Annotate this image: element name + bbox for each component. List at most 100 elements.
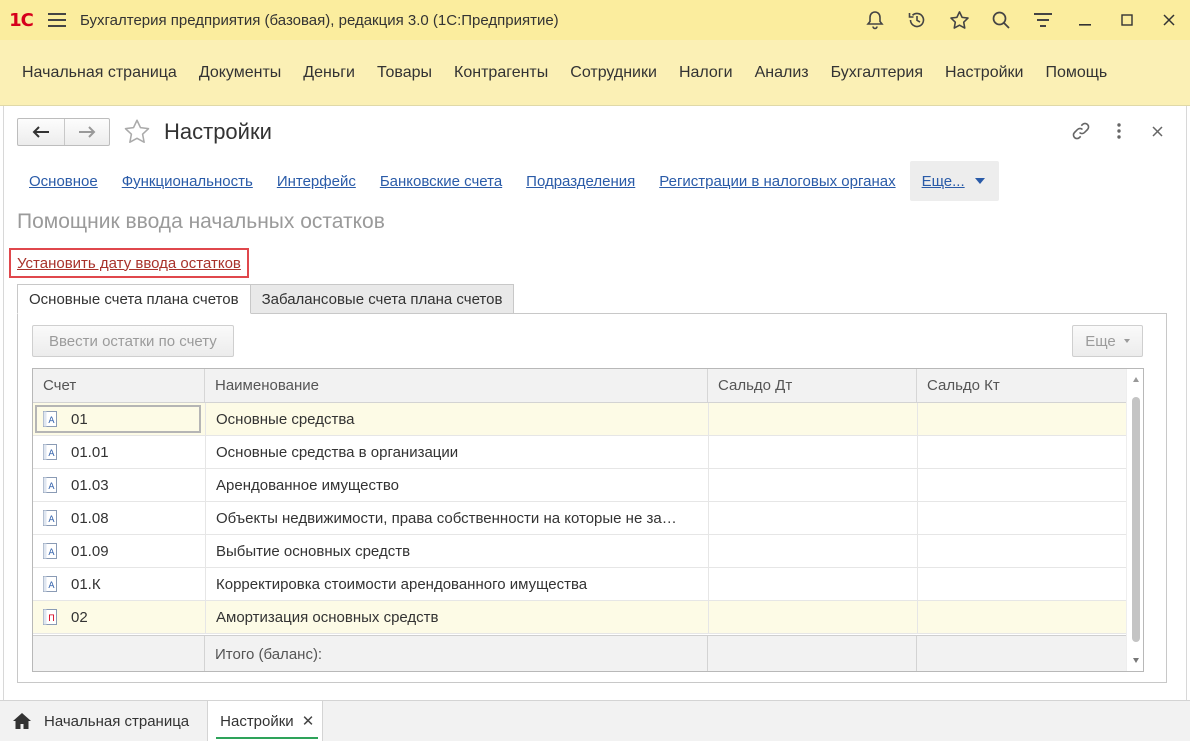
menu-taxes[interactable]: Налоги (668, 64, 744, 82)
column-header-credit[interactable]: Сальдо Кт (917, 369, 1127, 402)
account-name-cell[interactable]: Основные средства в организации (205, 436, 708, 468)
scrollbar-thumb[interactable] (1132, 397, 1140, 642)
credit-balance-cell[interactable] (917, 568, 1127, 600)
close-form-icon[interactable] (1138, 118, 1176, 144)
menu-accounting[interactable]: Бухгалтерия (820, 64, 934, 82)
enter-balance-button[interactable]: Ввести остатки по счету (32, 325, 234, 357)
search-icon[interactable] (980, 0, 1022, 40)
link-tax-registrations[interactable]: Регистрации в налоговых органах (647, 173, 907, 190)
account-name-cell[interactable]: Амортизация основных средств (205, 601, 708, 633)
assistant-title: Помощник ввода начальных остатков (17, 210, 385, 233)
debit-balance-cell[interactable] (708, 403, 917, 435)
functions-menu-icon[interactable] (1022, 0, 1064, 40)
table-row[interactable]: A 01.08 Объекты недвижимости, права собств… (33, 502, 1127, 535)
1c-logo[interactable]: 1С (0, 0, 42, 40)
history-icon[interactable] (896, 0, 938, 40)
grid-more-button[interactable]: Еще (1072, 325, 1143, 357)
minimize-button[interactable] (1064, 0, 1106, 40)
table-row[interactable]: A 01.01 Основные средства в организации (33, 436, 1127, 469)
debit-balance-cell[interactable] (708, 469, 917, 501)
set-date-highlight-box: Установить дату ввода остатков (9, 248, 249, 278)
credit-balance-cell[interactable] (917, 403, 1127, 435)
credit-balance-cell[interactable] (917, 535, 1127, 567)
account-code-cell[interactable]: П 02 (33, 601, 205, 633)
menu-settings[interactable]: Настройки (934, 64, 1034, 82)
account-name-cell[interactable]: Корректировка стоимости арендованного им… (205, 568, 708, 600)
links-more-button[interactable]: Еще... (909, 161, 999, 201)
account-code-cell[interactable]: A 01.01 (33, 436, 205, 468)
table-row[interactable]: A 01.09 Выбытие основных средств (33, 535, 1127, 568)
account-code: 01.08 (71, 509, 109, 527)
active-account-icon: A (43, 411, 57, 427)
scroll-down-arrow-icon[interactable] (1133, 658, 1139, 663)
link-functionality[interactable]: Функциональность (110, 173, 265, 190)
account-code-cell[interactable]: A 01.08 (33, 502, 205, 534)
link-bank-accounts[interactable]: Банковские счета (368, 173, 514, 190)
account-code-cell[interactable]: A 01.09 (33, 535, 205, 567)
menu-money[interactable]: Деньги (292, 64, 366, 82)
menu-employees[interactable]: Сотрудники (559, 64, 668, 82)
account-code-cell[interactable]: A 01.К (33, 568, 205, 600)
menu-goods[interactable]: Товары (366, 64, 443, 82)
link-departments[interactable]: Подразделения (514, 173, 647, 190)
debit-balance-cell[interactable] (708, 502, 917, 534)
table-scrollbar[interactable] (1126, 369, 1143, 671)
link-interface[interactable]: Интерфейс (265, 173, 368, 190)
account-name-cell[interactable]: Арендованное имущество (205, 469, 708, 501)
table-row[interactable]: A 01.К Корректировка стоимости арендованно… (33, 568, 1127, 601)
column-header-name[interactable]: Наименование (205, 369, 708, 402)
account-name-cell[interactable]: Выбытие основных средств (205, 535, 708, 567)
column-header-debit[interactable]: Сальдо Дт (708, 369, 917, 402)
menu-home[interactable]: Начальная страница (11, 64, 188, 82)
close-window-button[interactable] (1148, 0, 1190, 40)
active-account-icon: A (43, 543, 57, 559)
taskbar-home-label: Начальная страница (44, 712, 190, 730)
account-code-cell[interactable]: A 01.03 (33, 469, 205, 501)
set-date-link[interactable]: Установить дату ввода остатков (17, 255, 241, 272)
active-account-icon: A (43, 576, 57, 592)
scroll-up-arrow-icon[interactable] (1133, 377, 1139, 382)
form-title: Настройки (164, 119, 272, 144)
credit-balance-cell[interactable] (917, 469, 1127, 501)
back-button[interactable] (18, 119, 64, 145)
maximize-button[interactable] (1106, 0, 1148, 40)
menu-icon[interactable] (42, 0, 72, 40)
table-row[interactable]: A 01 Основные средства (33, 403, 1127, 436)
favorites-star-icon[interactable] (938, 0, 980, 40)
close-tab-icon[interactable]: ✕ (302, 712, 315, 730)
menu-counterparties[interactable]: Контрагенты (443, 64, 559, 82)
link-main[interactable]: Основное (17, 173, 110, 190)
column-header-account[interactable]: Счет (33, 369, 205, 402)
credit-balance-cell[interactable] (917, 502, 1127, 534)
credit-balance-cell[interactable] (917, 436, 1127, 468)
bell-icon[interactable] (854, 0, 896, 40)
footer-total-label: Итого (баланс): (205, 636, 708, 671)
taskbar-settings-tab[interactable]: Настройки ✕ (208, 700, 324, 741)
credit-balance-cell[interactable] (917, 601, 1127, 633)
svg-text:A: A (48, 482, 55, 492)
account-code: 01.01 (71, 443, 109, 461)
account-name-cell[interactable]: Объекты недвижимости, права собственност… (205, 502, 708, 534)
account-code-cell[interactable]: A 01 (33, 403, 205, 435)
debit-balance-cell[interactable] (708, 535, 917, 567)
debit-balance-cell[interactable] (708, 601, 917, 633)
menu-analysis[interactable]: Анализ (744, 64, 820, 82)
active-account-icon: A (43, 510, 57, 526)
title-bar: 1С Бухгалтерия предприятия (базовая), ре… (0, 0, 1190, 40)
menu-documents[interactable]: Документы (188, 64, 292, 82)
more-actions-icon[interactable] (1100, 118, 1138, 144)
table-row[interactable]: A 01.03 Арендованное имущество (33, 469, 1127, 502)
forward-button[interactable] (63, 119, 110, 145)
table-header: Счет Наименование Сальдо Дт Сальдо Кт (33, 369, 1127, 403)
table-row[interactable]: П 02 Амортизация основных средств (33, 601, 1127, 634)
footer-debit-total (708, 636, 917, 671)
tab-off-balance-accounts[interactable]: Забалансовые счета плана счетов (250, 284, 515, 314)
debit-balance-cell[interactable] (708, 568, 917, 600)
debit-balance-cell[interactable] (708, 436, 917, 468)
account-name-cell[interactable]: Основные средства (205, 403, 708, 435)
tab-main-accounts[interactable]: Основные счета плана счетов (17, 284, 251, 314)
add-to-favorites-star-icon[interactable] (121, 118, 153, 146)
taskbar-home[interactable]: Начальная страница (0, 700, 209, 741)
menu-help[interactable]: Помощь (1034, 64, 1118, 82)
link-icon[interactable] (1062, 118, 1100, 144)
